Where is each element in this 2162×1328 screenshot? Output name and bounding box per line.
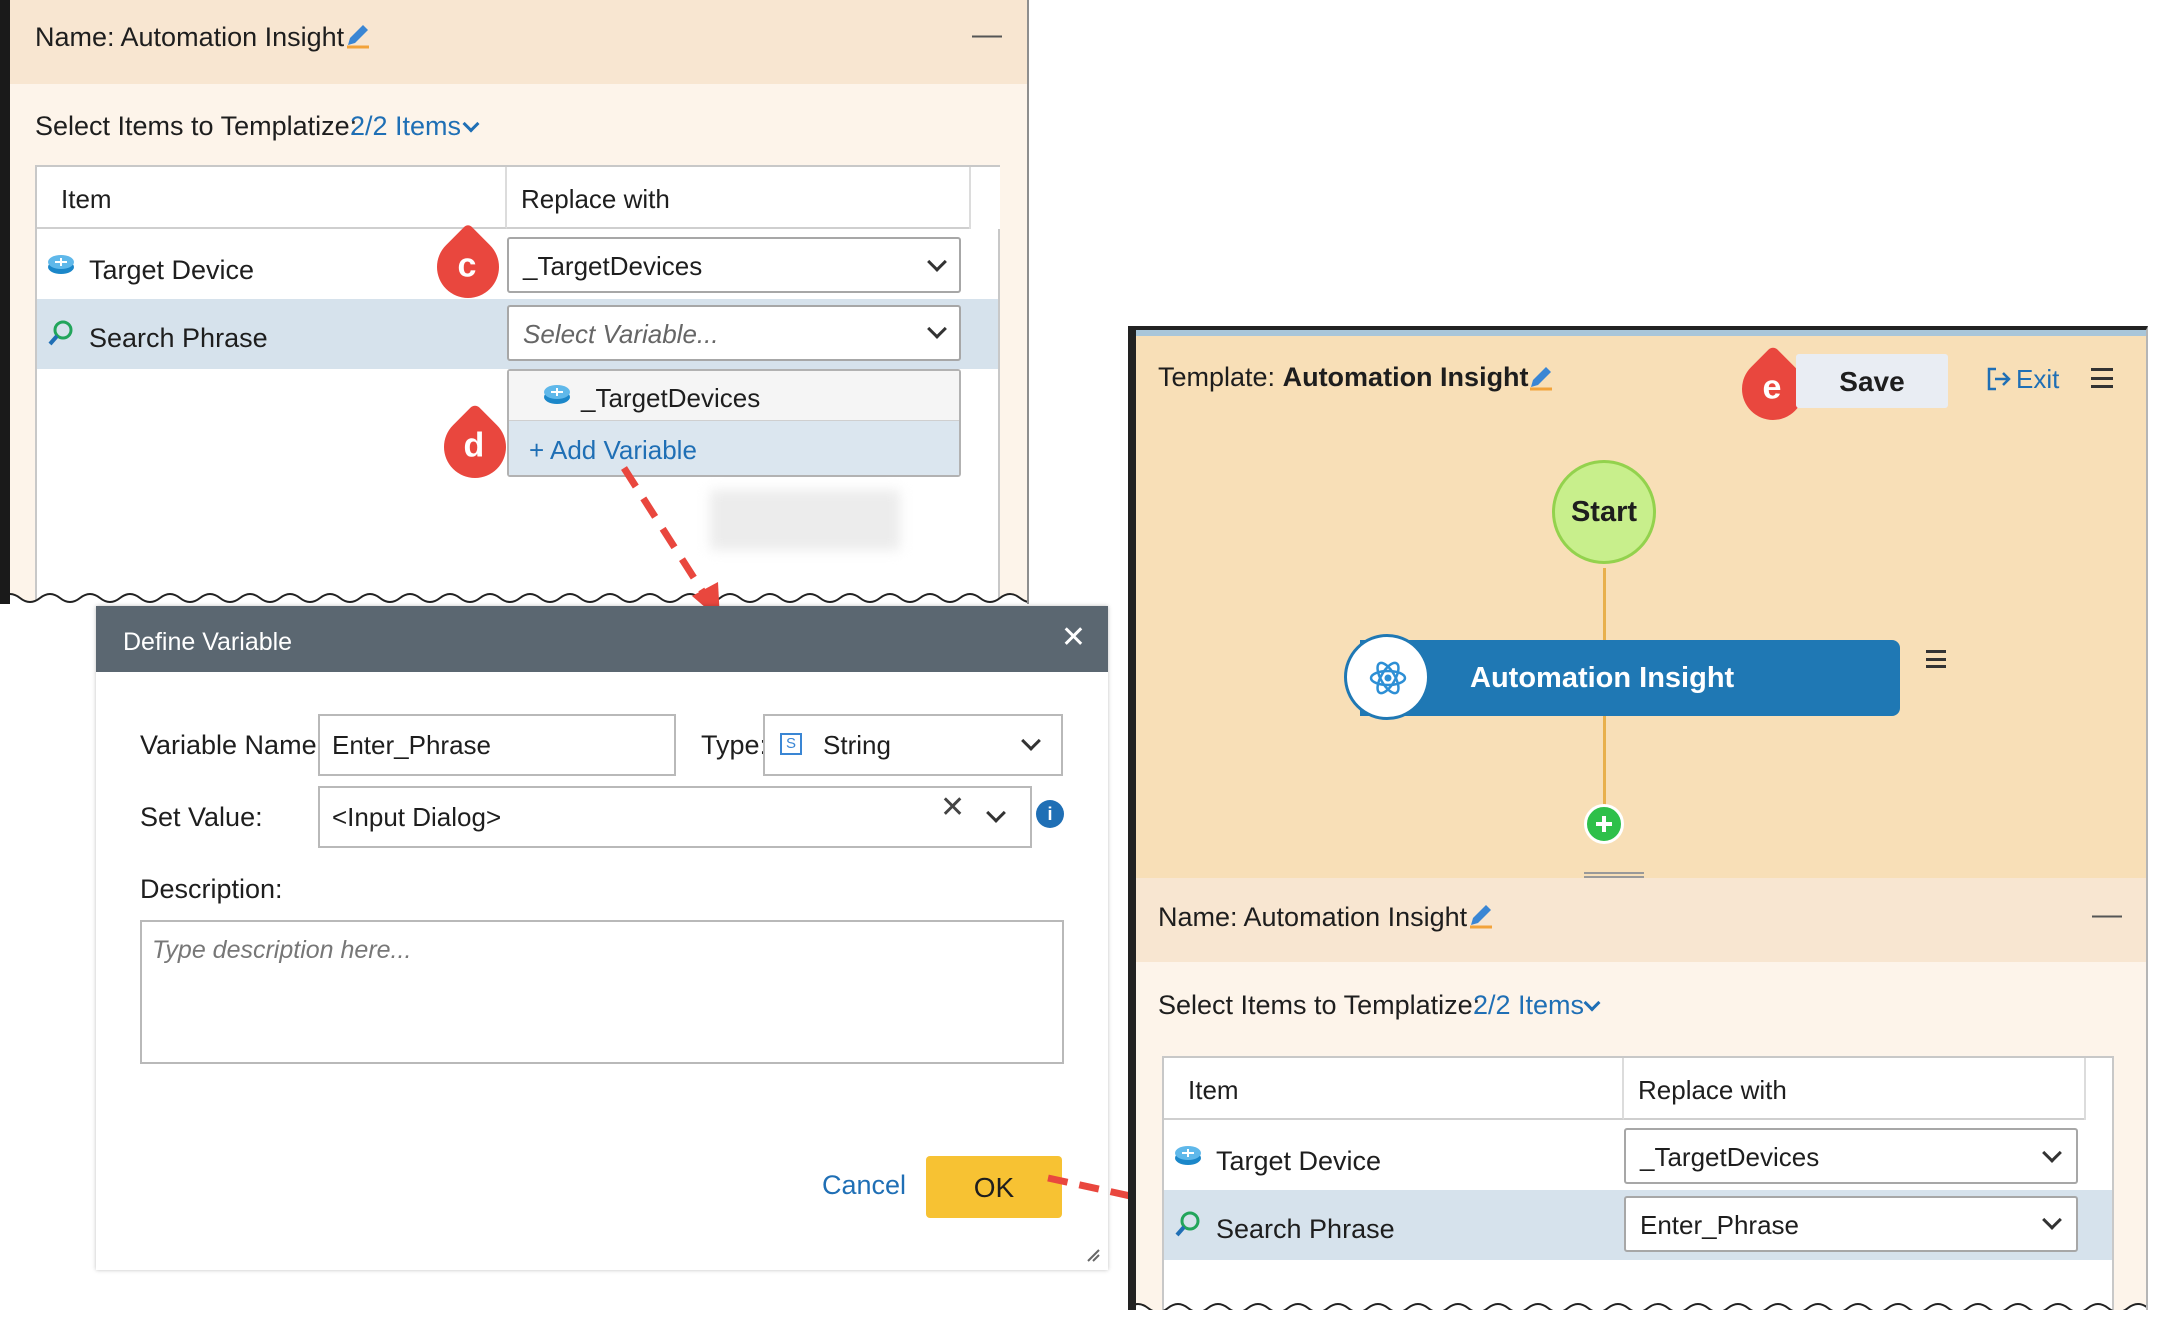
- column-header-item: Item: [37, 167, 507, 229]
- type-value: String: [823, 730, 891, 760]
- dialog-header: Define Variable: [96, 606, 1108, 672]
- description-placeholder: Type description here...: [152, 936, 412, 964]
- select-items-label: Select Items to Templatize:: [1158, 990, 1481, 1020]
- collapse-button[interactable]: —: [972, 18, 1002, 52]
- dropdown-option[interactable]: _TargetDevices: [509, 371, 959, 421]
- row-item-label: Search Phrase: [1216, 1214, 1395, 1244]
- menu-icon[interactable]: [2091, 368, 2113, 388]
- node-menu-icon[interactable]: [1926, 650, 1946, 668]
- type-label: Type:: [701, 730, 768, 760]
- items-count-dropdown[interactable]: 2/2 Items: [350, 111, 461, 142]
- torn-edge: [1136, 1303, 2146, 1310]
- close-icon[interactable]: ✕: [1061, 620, 1086, 655]
- set-value-select[interactable]: <Input Dialog>: [318, 786, 1032, 848]
- arrow-to-dialog: [621, 466, 720, 620]
- variable-name-input[interactable]: Enter_Phrase: [318, 714, 676, 776]
- row-item-label: Target Device: [1216, 1146, 1382, 1176]
- variable-name-label: Variable Name:: [140, 730, 325, 760]
- dialog-title: Define Variable: [123, 628, 293, 656]
- items-count-text: 2/2 Items: [1473, 990, 1585, 1020]
- column-header-replace: Replace with: [1624, 1058, 2112, 1120]
- chevron-down-icon: [1583, 994, 1601, 1012]
- router-icon: [544, 385, 570, 404]
- template-editor-panel-right: Template: Automation Insight e Save Exit…: [1128, 326, 2148, 1310]
- flow-connector: [1603, 716, 1606, 806]
- type-select[interactable]: String: [763, 714, 1063, 776]
- exit-icon: [1987, 367, 2011, 391]
- collapse-button[interactable]: —: [2092, 898, 2122, 932]
- select-items-label: Select Items to Templatize:: [35, 111, 358, 141]
- node-icon-circle: [1344, 634, 1430, 720]
- node-label: Automation Insight: [1470, 662, 1735, 694]
- set-value-label: Set Value:: [140, 802, 263, 832]
- exit-button[interactable]: Exit: [2016, 364, 2059, 395]
- add-step-button[interactable]: [1584, 804, 1624, 844]
- flow-canvas: Template: Automation Insight e Save Exit…: [1136, 330, 2146, 878]
- replace-with-dropdown[interactable]: _TargetDevices: [507, 237, 961, 293]
- save-button[interactable]: Save: [1796, 354, 1948, 408]
- templatize-table: Item Replace with Target Device _TargetD…: [1162, 1056, 2114, 1310]
- dropdown-placeholder: Select Variable...: [523, 319, 719, 349]
- replace-with-dropdown[interactable]: _TargetDevices: [1624, 1128, 2078, 1184]
- template-name: Automation Insight: [1282, 362, 1529, 392]
- items-count-text: 2/2 Items: [350, 111, 462, 141]
- router-icon: [1175, 1146, 1201, 1165]
- resize-handle-icon[interactable]: [1084, 1246, 1100, 1262]
- save-label: Save: [1839, 366, 1905, 397]
- pencil-icon[interactable]: [1526, 362, 1556, 392]
- description-label: Description:: [140, 874, 283, 904]
- search-phrase-icon: [48, 320, 73, 346]
- router-icon: [48, 255, 74, 274]
- dropdown-value: Enter_Phrase: [1640, 1210, 1799, 1240]
- cancel-button[interactable]: Cancel: [822, 1170, 906, 1201]
- name-label: Name: Automation Insight: [1158, 902, 1468, 932]
- column-header-item: Item: [1164, 1058, 1624, 1120]
- clear-icon[interactable]: ✕: [940, 790, 965, 825]
- row-item-label: Search Phrase: [89, 323, 268, 353]
- column-header-replace: Replace with: [507, 167, 995, 229]
- start-node[interactable]: Start: [1552, 460, 1656, 564]
- pencil-icon[interactable]: [343, 20, 373, 50]
- dropdown-value: _TargetDevices: [523, 251, 703, 281]
- ok-label: OK: [973, 1172, 1015, 1203]
- define-variable-dialog: Define Variable ✕ Variable Name: Enter_P…: [96, 606, 1108, 1270]
- option-label: _TargetDevices: [581, 383, 761, 413]
- chevron-down-icon: [462, 115, 480, 133]
- string-type-icon: S: [780, 733, 802, 755]
- template-editor-panel-left: Name: Automation Insight — Select Items …: [0, 0, 1029, 604]
- name-label: Name: Automation Insight: [35, 22, 345, 52]
- start-label: Start: [1570, 496, 1638, 528]
- torn-edge: [10, 593, 1027, 604]
- items-count-dropdown[interactable]: 2/2 Items: [1473, 990, 1584, 1021]
- set-value-value: <Input Dialog>: [332, 802, 502, 832]
- dropdown-value: _TargetDevices: [1640, 1142, 1820, 1172]
- atom-icon: [1369, 661, 1407, 695]
- description-textarea[interactable]: Type description here...: [140, 920, 1064, 1064]
- template-label: Template: Automation Insight: [1158, 362, 1529, 393]
- info-icon[interactable]: i: [1036, 800, 1064, 828]
- search-phrase-icon: [1175, 1211, 1200, 1237]
- automation-insight-node[interactable]: Automation Insight: [1360, 640, 1900, 716]
- template-prefix: Template:: [1158, 362, 1276, 392]
- pencil-icon[interactable]: [1466, 900, 1496, 930]
- row-item-label: Target Device: [89, 255, 255, 285]
- variable-name-value: Enter_Phrase: [332, 730, 491, 760]
- select-variable-dropdown[interactable]: Select Variable...: [507, 305, 961, 361]
- plus-icon: [1596, 816, 1612, 832]
- replace-with-dropdown[interactable]: Enter_Phrase: [1624, 1196, 2078, 1252]
